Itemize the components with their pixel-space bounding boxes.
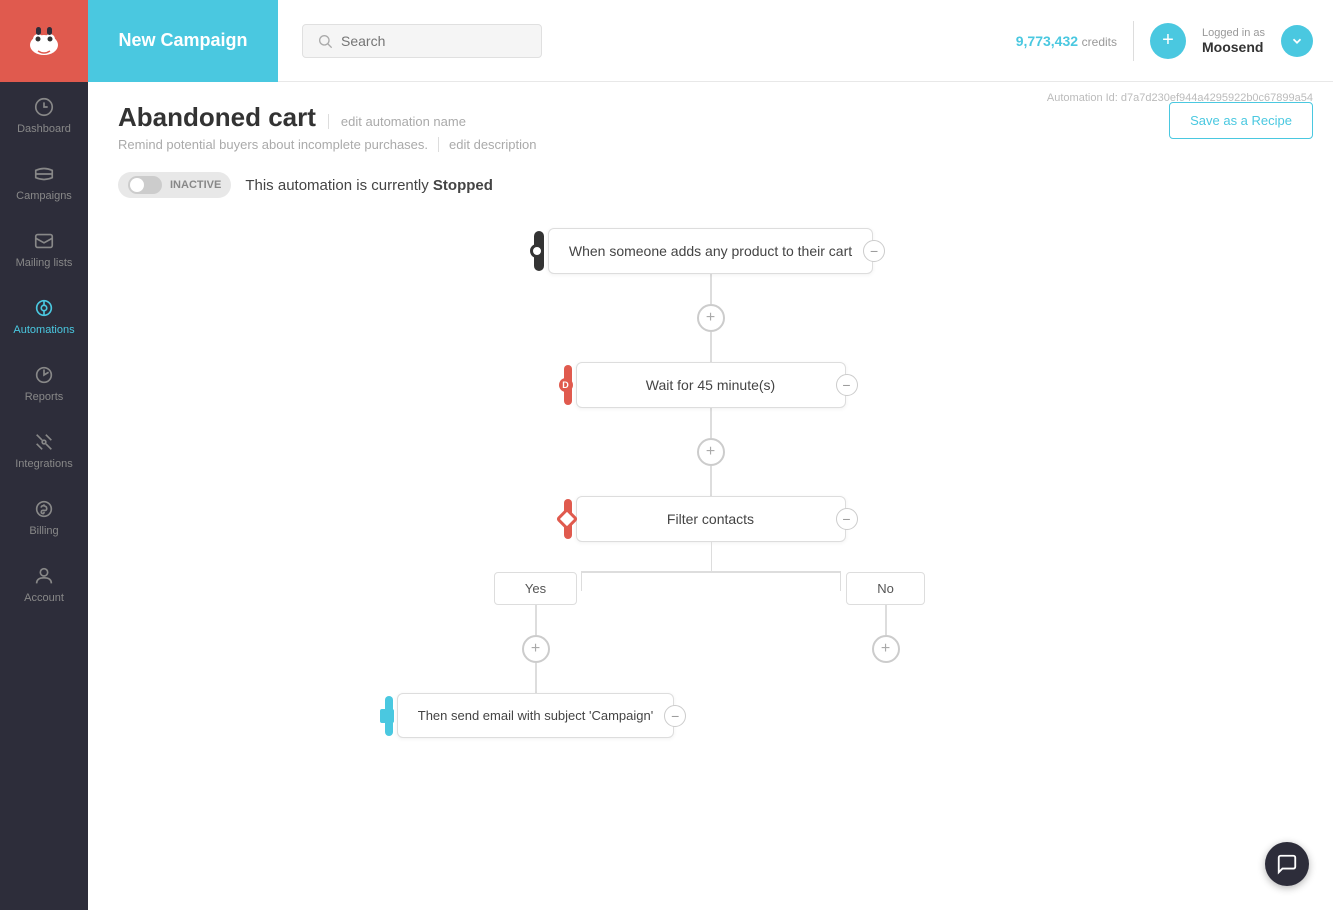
vline-3 [710,408,712,438]
sidebar-item-automations[interactable]: Automations [0,283,88,350]
content-area: Automation Id: d7a7d230ef944a4295922b0c6… [88,82,1333,910]
email-minus-btn[interactable]: − [664,705,686,727]
page-description-area: Remind potential buyers about incomplete… [118,137,1303,152]
vline-2 [710,332,712,362]
sidebar-item-reports[interactable]: Reports [0,350,88,417]
credits-count: 9,773,432 [1016,33,1078,49]
status-bar: INACTIVE This automation is currently St… [118,172,1303,198]
sidebar-item-mailing-lists[interactable]: Mailing lists [0,216,88,283]
yes-label[interactable]: Yes [494,572,577,605]
credits-label: credits [1082,35,1117,49]
search-box[interactable] [302,24,542,58]
search-input[interactable] [341,33,501,49]
page-header: Abandoned cart edit automation name [118,102,1303,133]
filter-node[interactable]: Filter contacts − [576,496,846,542]
header-search-area [278,24,1016,58]
flow-canvas: When someone adds any product to their c… [118,228,1303,778]
page-title: New Campaign [118,30,247,51]
filter-diamond [555,508,578,531]
email-node[interactable]: Then send email with subject 'Campaign' … [397,693,674,738]
sidebar-mailing-label: Mailing lists [16,257,73,269]
chevron-down-icon [1290,34,1304,48]
sidebar-item-dashboard[interactable]: Dashboard [0,82,88,149]
branch-yes: Yes + Then send email with subject 'Camp… [361,572,711,738]
wait-dot-red: D [559,378,573,392]
credits-area: 9,773,432 credits [1016,33,1117,49]
branch-no: No + [711,572,1061,663]
header-right: 9,773,432 credits + Logged in as Moosend [1016,21,1333,61]
toggle-switch [128,176,162,194]
vline-center [711,542,712,572]
header-title-area: New Campaign [88,0,278,82]
sidebar-dashboard-label: Dashboard [17,123,71,135]
sidebar-item-billing[interactable]: Billing [0,484,88,551]
filter-minus-btn[interactable]: − [836,508,858,530]
main-area: New Campaign 9,773,432 credits + Logged … [88,0,1333,910]
trigger-node[interactable]: When someone adds any product to their c… [548,228,873,274]
automation-title: Abandoned cart [118,102,316,133]
sidebar: Dashboard Campaigns Mailing lists Automa… [0,0,88,910]
branch-row: Yes + Then send email with subject 'Camp… [361,572,1061,738]
no-label[interactable]: No [846,572,925,605]
add-between-1[interactable]: + [697,304,725,332]
page-description: Remind potential buyers about incomplete… [118,137,428,152]
branch-lines [446,542,976,572]
email-node-box[interactable]: Then send email with subject 'Campaign' [397,693,674,738]
chat-icon [1276,853,1298,875]
vline-4 [710,466,712,496]
add-yes[interactable]: + [522,635,550,663]
trigger-text: When someone adds any product to their c… [569,243,852,259]
header: New Campaign 9,773,432 credits + Logged … [88,0,1333,82]
sidebar-item-campaigns[interactable]: Campaigns [0,149,88,216]
sidebar-account-label: Account [24,592,64,604]
vline-no [840,571,841,591]
vline-yes [581,571,582,591]
sidebar-automations-label: Automations [13,324,74,336]
add-between-2[interactable]: + [697,438,725,466]
vline-1 [710,274,712,304]
sidebar-billing-label: Billing [29,525,58,537]
email-text: Then send email with subject 'Campaign' [418,708,653,723]
inactive-toggle[interactable]: INACTIVE [118,172,231,198]
vline-yes-2 [535,605,537,635]
sidebar-item-account[interactable]: Account [0,551,88,618]
status-text: This automation is currently Stopped [245,177,493,194]
edit-description-link[interactable]: edit description [438,137,536,152]
sidebar-reports-label: Reports [25,391,64,403]
chat-bubble[interactable] [1265,842,1309,886]
edit-name-link[interactable]: edit automation name [328,114,466,129]
trigger-minus-btn[interactable]: − [863,240,885,262]
branch-container: Yes + Then send email with subject 'Camp… [361,542,1061,738]
save-recipe-button[interactable]: Save as a Recipe [1169,102,1313,139]
logged-in-label: Logged in as [1202,27,1265,39]
wait-node[interactable]: D Wait for 45 minute(s) − [576,362,846,408]
logged-in-user: Moosend [1202,39,1265,55]
node-dot [530,244,544,258]
vline-yes-3 [535,663,537,693]
search-icon [317,33,333,49]
trigger-node-box[interactable]: When someone adds any product to their c… [548,228,873,274]
status-value: Stopped [433,177,493,194]
user-dropdown-button[interactable] [1281,25,1313,57]
filter-text: Filter contacts [667,511,754,527]
add-no[interactable]: + [872,635,900,663]
header-divider [1133,21,1134,61]
sidebar-item-integrations[interactable]: Integrations [0,417,88,484]
vline-no-2 [885,605,887,635]
logged-in-area: Logged in as Moosend [1202,27,1265,55]
toggle-label: INACTIVE [170,179,221,191]
wait-node-box[interactable]: Wait for 45 minute(s) [576,362,846,408]
wait-text: Wait for 45 minute(s) [646,377,775,393]
hline-branch [581,571,841,573]
add-button[interactable]: + [1150,23,1186,59]
sidebar-campaigns-label: Campaigns [16,190,72,202]
logo[interactable] [0,0,88,82]
wait-minus-btn[interactable]: − [836,374,858,396]
filter-node-box[interactable]: Filter contacts [576,496,846,542]
email-dot-teal [380,709,394,723]
toggle-knob [130,178,144,192]
sidebar-integrations-label: Integrations [15,458,72,470]
